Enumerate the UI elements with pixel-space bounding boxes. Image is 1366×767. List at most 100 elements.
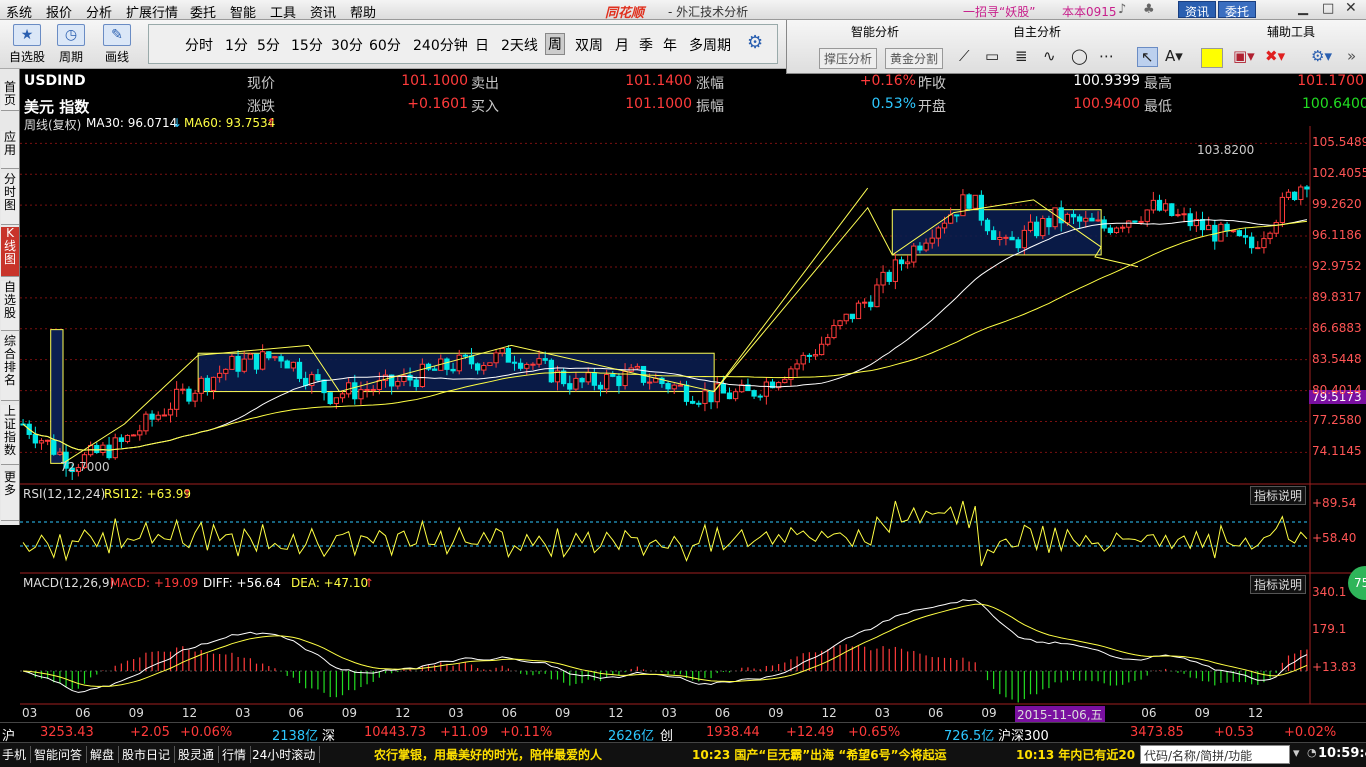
- pencil-icon: ✎: [103, 24, 131, 46]
- period-15min[interactable]: 15分: [291, 35, 323, 55]
- candle-body: [1083, 217, 1089, 222]
- candle-body: [1015, 239, 1021, 249]
- period-season[interactable]: 季: [639, 35, 653, 55]
- candle-body: [370, 388, 376, 391]
- value-high: 101.1700: [1297, 73, 1364, 89]
- sidebar-item-more[interactable]: 更多: [1, 471, 19, 521]
- menu-smart[interactable]: 智能: [230, 2, 256, 21]
- draw-label: 画线: [104, 50, 129, 64]
- rect-draw-icon[interactable]: ▭: [985, 47, 999, 65]
- period-fenshi[interactable]: 分时: [185, 35, 213, 55]
- candle-body: [536, 358, 542, 365]
- shirt-icon[interactable]: ♣: [1143, 2, 1155, 17]
- sidebar-item-shanghai[interactable]: 上证指数: [1, 405, 19, 465]
- period-week[interactable]: 周: [545, 33, 565, 55]
- ellipse-icon[interactable]: ◯: [1071, 47, 1088, 65]
- sidebar-item-apps[interactable]: 应用: [1, 131, 19, 169]
- tab-stockwire[interactable]: 股灵通: [178, 746, 220, 763]
- sidebar-item-kline[interactable]: K线图: [1, 227, 19, 277]
- search-input[interactable]: 代码/名称/简拼/功能: [1140, 745, 1290, 764]
- cursor-icon[interactable]: ↖: [1137, 47, 1158, 67]
- period-2day[interactable]: 2天线: [501, 35, 538, 55]
- candle-body: [216, 372, 223, 378]
- main-toolbar: ★ 自选股 ◷ 周期 ✎ 画线 分时 1分 5分 15分 30分 60分 240…: [0, 20, 786, 69]
- menu-news[interactable]: 资讯: [310, 2, 336, 21]
- promo-link[interactable]: 一招寻“妖股”: [963, 3, 1035, 20]
- kline-chart[interactable]: [20, 126, 1366, 722]
- gear-icon[interactable]: ⚙: [747, 32, 763, 53]
- candle-body: [1046, 218, 1052, 228]
- index-hs300-value: 3473.85: [1130, 725, 1184, 740]
- tab-diary[interactable]: 股市日记: [122, 746, 176, 763]
- rsi-panel: [20, 500, 1310, 567]
- news-item-1[interactable]: 10:23 国产“巨无霸”出海 “希望6号”今将起运: [692, 746, 946, 763]
- support-resistance-button[interactable]: 撑压分析: [819, 48, 878, 69]
- maximize-icon[interactable]: □: [1322, 1, 1334, 16]
- candle-body: [1052, 207, 1058, 228]
- period-5min[interactable]: 5分: [257, 35, 280, 55]
- candle-body: [137, 430, 143, 436]
- save-drawing-icon[interactable]: ▣▾: [1233, 47, 1255, 65]
- menu-extended-quotes[interactable]: 扩展行情: [126, 2, 178, 21]
- menu-help[interactable]: 帮助: [350, 2, 376, 21]
- draw-tool[interactable]: ✎ 画线: [96, 24, 138, 66]
- settings-icon[interactable]: ⚙▾: [1311, 47, 1332, 65]
- minimize-icon[interactable]: ▁: [1298, 1, 1308, 16]
- color-swatch[interactable]: [1201, 48, 1223, 68]
- menu-analysis[interactable]: 分析: [86, 2, 112, 21]
- rsi-help-button[interactable]: 指标说明: [1250, 486, 1307, 505]
- wave-icon[interactable]: ∿: [1043, 47, 1056, 65]
- candle-body: [339, 393, 346, 399]
- period-year[interactable]: 年: [663, 35, 677, 55]
- period-30min[interactable]: 30分: [331, 35, 363, 55]
- menu-trade[interactable]: 委托: [190, 2, 216, 21]
- close-icon[interactable]: ✕: [1345, 0, 1357, 16]
- tab-mobile[interactable]: 手机: [2, 746, 32, 763]
- candle-body: [444, 358, 450, 370]
- news-ad[interactable]: 农行掌银，用最美好的时光，陪伴最爱的人: [374, 746, 602, 763]
- candle-body: [278, 356, 284, 362]
- candle-body: [530, 363, 536, 366]
- tab-qa[interactable]: 智能问答: [34, 746, 88, 763]
- period-1min[interactable]: 1分: [225, 35, 248, 55]
- period-60min[interactable]: 60分: [369, 35, 401, 55]
- tab-24h[interactable]: 24小时滚动: [252, 746, 321, 763]
- period-day[interactable]: 日: [475, 35, 489, 55]
- menu-tools[interactable]: 工具: [270, 2, 296, 21]
- golden-section-button[interactable]: 黄金分割: [885, 48, 944, 69]
- macd-help-button[interactable]: 指标说明: [1250, 575, 1307, 594]
- candles: [20, 184, 1310, 480]
- sidebar-item-timeline[interactable]: 分时图: [1, 173, 19, 225]
- price-tick: 86.6883: [1312, 320, 1362, 335]
- menu-quotes[interactable]: 报价: [46, 2, 72, 21]
- x-axis-tick: 06: [714, 706, 731, 720]
- candle-body: [567, 383, 573, 390]
- favorites-tool[interactable]: ★ 自选股: [6, 24, 48, 66]
- text-icon[interactable]: A▾: [1165, 47, 1183, 65]
- search-dropdown-icon[interactable]: ▾: [1293, 746, 1300, 761]
- period-multi[interactable]: 多周期: [689, 35, 731, 55]
- sidebar-item-home[interactable]: 首页: [1, 81, 19, 111]
- sidebar-item-watchlist[interactable]: 自选股: [1, 281, 19, 331]
- period-2week[interactable]: 双周: [575, 35, 603, 55]
- period-month[interactable]: 月: [615, 35, 629, 55]
- channel-icon[interactable]: ≣: [1015, 47, 1028, 65]
- period-tool[interactable]: ◷ 周期: [50, 24, 92, 66]
- line-draw-icon[interactable]: ⟋: [959, 47, 970, 65]
- menu-system[interactable]: 系统: [6, 2, 32, 21]
- period-240min[interactable]: 240分钟: [413, 35, 468, 55]
- tab-commentary[interactable]: 解盘: [90, 746, 120, 763]
- candle-body: [1248, 236, 1255, 249]
- more-icon[interactable]: ⋯: [1099, 47, 1114, 65]
- news-item-2[interactable]: 10:13 年内已有近20: [1016, 746, 1136, 763]
- candle-body: [904, 261, 911, 265]
- delete-drawing-icon[interactable]: ✖▾: [1265, 47, 1285, 65]
- candle-body: [296, 361, 303, 379]
- price-tick: 102.4055: [1312, 166, 1366, 181]
- news-button[interactable]: 资讯: [1178, 1, 1217, 19]
- bell-icon[interactable]: ♪: [1118, 2, 1126, 17]
- sidebar-item-ranking[interactable]: 综合排名: [1, 335, 19, 401]
- tab-quotes[interactable]: 行情: [222, 746, 252, 763]
- trade-button[interactable]: 委托: [1218, 1, 1257, 19]
- expand-icon[interactable]: »: [1347, 47, 1356, 65]
